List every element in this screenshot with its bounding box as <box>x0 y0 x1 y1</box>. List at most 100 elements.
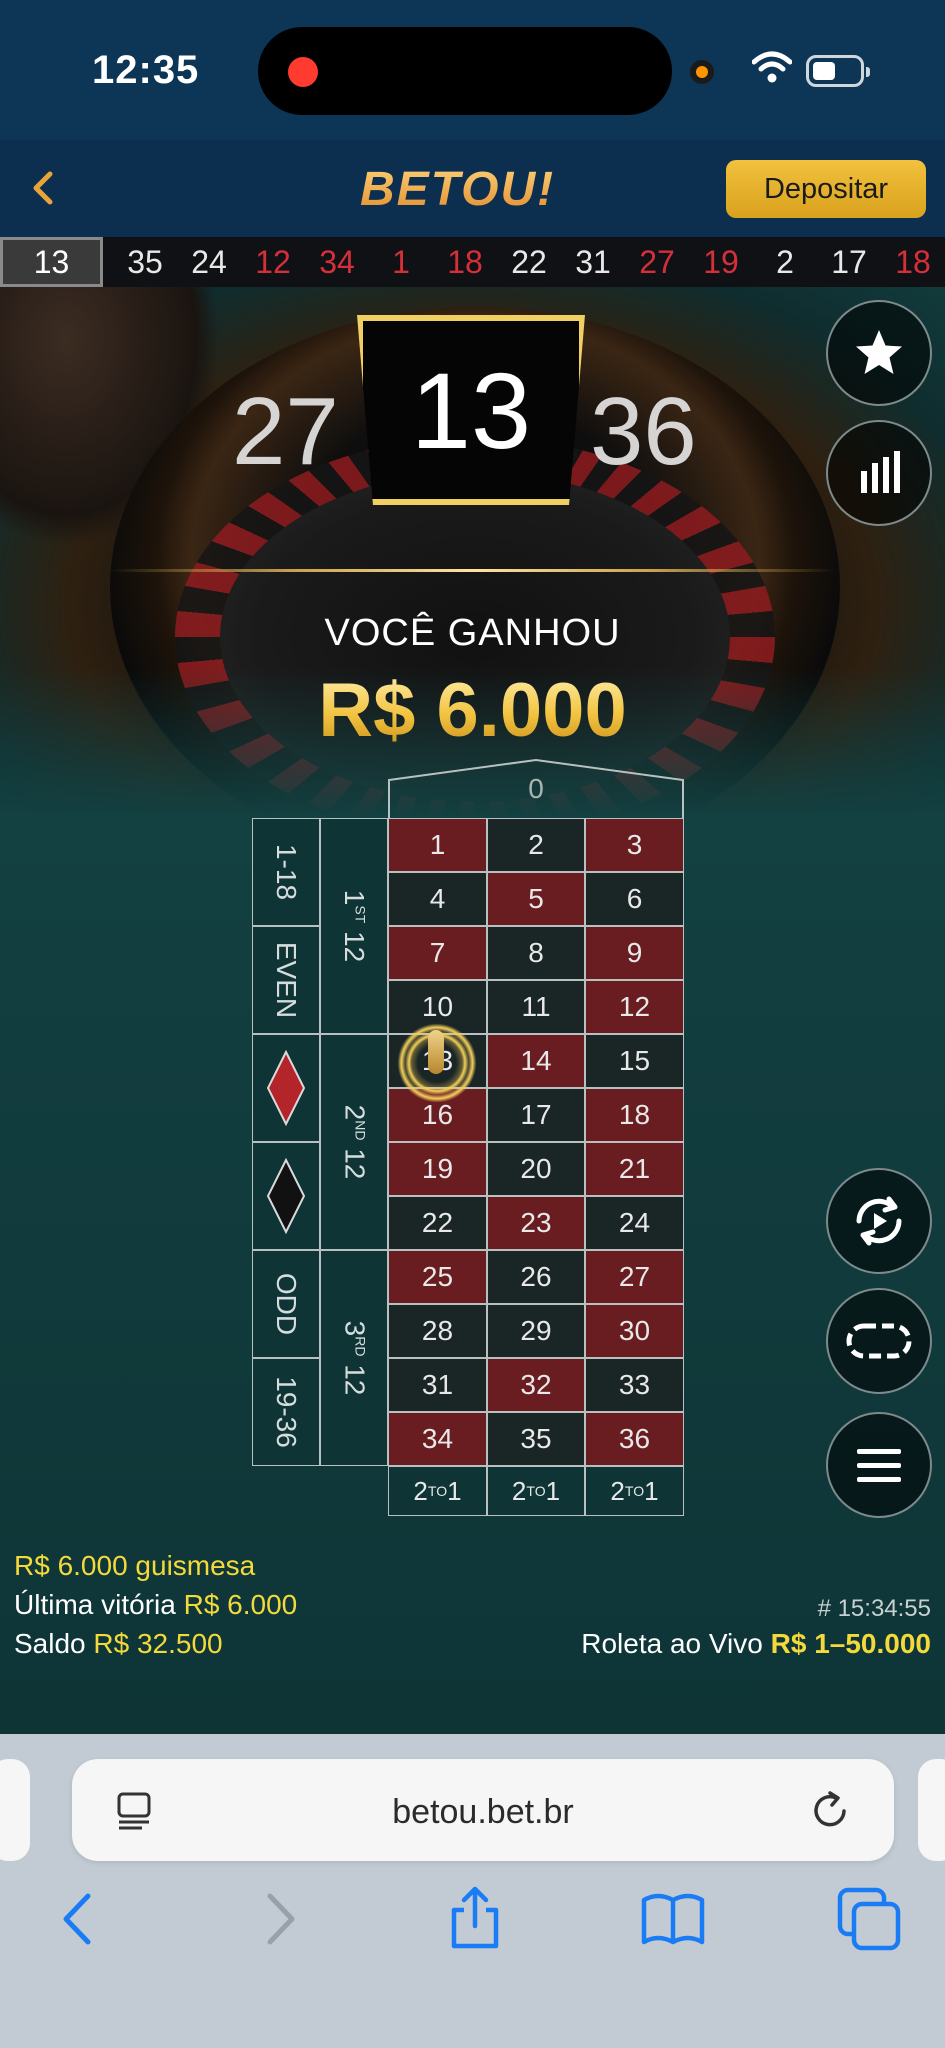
back-icon[interactable] <box>44 1884 114 1954</box>
bet-spot-number[interactable]: 4 <box>388 872 487 926</box>
bet-spot-column-3[interactable]: 2 TO 1 <box>585 1466 684 1516</box>
bet-spot-number[interactable]: 24 <box>585 1196 684 1250</box>
bet-spot-number[interactable]: 9 <box>585 926 684 980</box>
result-history-strip: 13 35 24 12 34 1 18 22 31 27 19 2 17 18 <box>0 237 945 287</box>
bet-spot-number[interactable]: 30 <box>585 1304 684 1358</box>
win-label: VOCÊ GANHOU <box>324 612 621 654</box>
game-info-line: Roleta ao Vivo R$ 1–50.000 <box>581 1628 931 1660</box>
column-bet-sup: TO <box>427 1483 448 1499</box>
history-number: 2 <box>776 243 794 280</box>
bet-spot-second-dozen[interactable]: 2ND 12 <box>320 1034 388 1250</box>
bet-spot-number[interactable]: 33 <box>585 1358 684 1412</box>
next-tab-preview[interactable] <box>918 1759 945 1861</box>
history-number: 18 <box>895 243 931 280</box>
dozen-label: 12 <box>339 1356 370 1396</box>
dynamic-island <box>258 27 672 115</box>
bet-spot-number[interactable]: 25 <box>388 1250 487 1304</box>
bet-spot-number[interactable]: 15 <box>585 1034 684 1088</box>
betou-logo: BETOU! <box>360 163 556 216</box>
bet-spot-number[interactable]: 28 <box>388 1304 487 1358</box>
share-icon[interactable] <box>440 1884 510 1954</box>
tabs-icon[interactable] <box>834 1884 904 1954</box>
favorite-button[interactable] <box>826 300 932 406</box>
status-time: 12:35 <box>92 48 200 92</box>
winning-marker-dolly-icon <box>428 1030 444 1074</box>
bet-spot-number[interactable]: 14 <box>487 1034 585 1088</box>
dozen-suffix: RD <box>352 1336 369 1357</box>
red-diamond-icon <box>266 1050 306 1126</box>
bar-chart-icon <box>861 451 900 493</box>
back-chevron-icon[interactable] <box>22 166 66 210</box>
bet-spot-number[interactable]: 27 <box>585 1250 684 1304</box>
column-bet-sup: TO <box>526 1483 546 1499</box>
bet-spot-third-dozen[interactable]: 3RD 12 <box>320 1250 388 1466</box>
bet-spot-number[interactable]: 35 <box>487 1412 585 1466</box>
wifi-icon <box>752 51 792 83</box>
bet-spot-number[interactable]: 7 <box>388 926 487 980</box>
url-text: betou.bet.br <box>392 1793 574 1831</box>
battery-icon <box>806 55 870 87</box>
bet-spot-zero[interactable]: 0 <box>388 760 684 818</box>
column-bet-left: 2 <box>413 1475 428 1506</box>
bet-spot-number[interactable]: 8 <box>487 926 585 980</box>
rebet-button[interactable] <box>826 1168 932 1274</box>
bet-spot-number[interactable]: 36 <box>585 1412 684 1466</box>
dozen-number: 2 <box>339 1104 370 1121</box>
bet-spot-number[interactable]: 17 <box>487 1088 585 1142</box>
bet-spot-column-2[interactable]: 2 TO 1 <box>487 1466 585 1516</box>
bet-spot-number[interactable]: 21 <box>585 1142 684 1196</box>
balance-label: Saldo <box>14 1628 86 1659</box>
reload-icon[interactable] <box>808 1789 852 1833</box>
bet-spot-black[interactable] <box>252 1142 320 1250</box>
history-current-number: 13 <box>0 237 103 287</box>
bet-spot-number[interactable]: 31 <box>388 1358 487 1412</box>
bet-spot-high[interactable]: 19-36 <box>252 1358 320 1466</box>
bet-spot-number[interactable]: 11 <box>487 980 585 1034</box>
repeat-icon <box>856 1196 902 1246</box>
bet-spot-number[interactable]: 34 <box>388 1412 487 1466</box>
recording-indicator-icon <box>288 57 318 87</box>
bet-spot-number[interactable]: 29 <box>487 1304 585 1358</box>
bet-spot-low[interactable]: 1-18 <box>252 818 320 926</box>
column-bet-right: 1 <box>644 1475 659 1506</box>
forward-icon[interactable] <box>244 1884 314 1954</box>
bet-spot-odd[interactable]: ODD <box>252 1250 320 1358</box>
bet-spot-number[interactable]: 20 <box>487 1142 585 1196</box>
last-win-line: Última vitória R$ 6.000 <box>14 1589 297 1621</box>
bet-spot-number[interactable]: 19 <box>388 1142 487 1196</box>
bet-spot-number[interactable]: 22 <box>388 1196 487 1250</box>
bet-spot-column-1[interactable]: 2 TO 1 <box>388 1466 487 1516</box>
bet-spot-number[interactable]: 32 <box>487 1358 585 1412</box>
browser-toolbar: betou.bet.br <box>0 1734 945 2048</box>
menu-button[interactable] <box>826 1412 932 1518</box>
bet-spot-number[interactable]: 1 <box>388 818 487 872</box>
address-bar[interactable]: betou.bet.br <box>72 1759 894 1861</box>
bet-spot-number[interactable]: 6 <box>585 872 684 926</box>
bet-spot-even[interactable]: EVEN <box>252 926 320 1034</box>
bet-spot-number[interactable]: 2 <box>487 818 585 872</box>
deposit-button[interactable]: Depositar <box>726 160 926 218</box>
bet-spot-number[interactable]: 26 <box>487 1250 585 1304</box>
bet-spot-first-dozen[interactable]: 1ST 12 <box>320 818 388 1034</box>
bet-spot-number[interactable]: 18 <box>585 1088 684 1142</box>
table-limits: R$ 1–50.000 <box>770 1628 931 1659</box>
even-label: EVEN <box>271 941 302 1019</box>
racetrack-button[interactable] <box>826 1288 932 1394</box>
previous-tab-preview[interactable] <box>0 1759 30 1861</box>
bet-spot-number[interactable]: 23 <box>487 1196 585 1250</box>
history-number: 24 <box>191 243 227 280</box>
high-label: 19-36 <box>271 1376 302 1448</box>
bet-spot-number[interactable]: 3 <box>585 818 684 872</box>
history-number: 18 <box>447 243 483 280</box>
column-bet-sup: TO <box>624 1483 645 1499</box>
statistics-button[interactable] <box>826 420 932 526</box>
balance-amount: R$ 32.500 <box>93 1628 223 1659</box>
bet-spot-number[interactable]: 5 <box>487 872 585 926</box>
bet-spot-red[interactable] <box>252 1034 320 1142</box>
history-number: 27 <box>639 243 675 280</box>
camera-indicator-icon <box>690 60 714 84</box>
last-win-amount: R$ 6.000 <box>183 1589 298 1620</box>
bookmarks-icon[interactable] <box>638 1884 708 1954</box>
bet-spot-number[interactable]: 12 <box>585 980 684 1034</box>
column-bet-right: 1 <box>447 1475 462 1506</box>
